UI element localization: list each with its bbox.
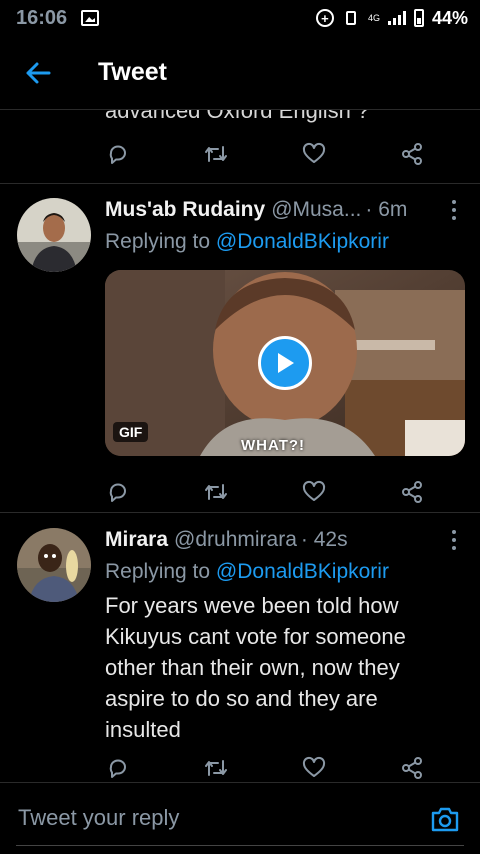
replying-to: Replying to @DonaldBKipkorir [105,230,389,254]
camera-icon [431,807,459,832]
avatar[interactable] [17,198,91,272]
mention-link[interactable]: @DonaldBKipkorir [216,560,389,583]
reply-icon [109,145,126,164]
reply-input[interactable] [18,805,398,831]
data-saver-icon: + [315,9,334,27]
share-button[interactable] [399,755,425,781]
back-button[interactable] [8,43,68,103]
replying-label: Replying to [105,230,211,253]
heart-icon [302,142,326,163]
retweet-button[interactable] [203,141,229,167]
gif-badge: GIF [113,422,149,442]
heart-icon [302,756,326,777]
divider [0,512,480,513]
share-icon [402,143,422,165]
battery-icon [413,9,424,27]
tweet-header: Mirara @druhmirara · 42s [105,528,465,552]
previous-tweet-text: advanced Oxford English ? [105,110,370,123]
display-name[interactable]: Mus'ab Rudainy [105,198,265,222]
heart-icon [302,480,326,501]
vibrate-icon [342,9,360,27]
divider [0,183,480,184]
play-icon [278,353,294,373]
share-icon [402,481,422,503]
gif-media[interactable]: GIF WHAT?! [105,270,465,456]
like-button[interactable] [301,479,327,505]
more-options-icon[interactable] [452,200,458,220]
user-handle[interactable]: @druhmirara [174,528,297,552]
tweet-item[interactable]: Mirara @druhmirara · 42s Replying to @Do… [0,528,480,782]
tweet-item[interactable]: Mus'ab Rudainy @Musa... · 6m Replying to… [0,198,480,518]
tweet-actions [105,750,425,782]
display-name[interactable]: Mirara [105,528,168,552]
retweet-icon [205,484,227,500]
mention-link[interactable]: @DonaldBKipkorir [216,230,389,253]
share-button[interactable] [399,479,425,505]
signal-icon [387,11,406,25]
status-bar: 16:06 + 4G 44% [0,0,480,36]
retweet-icon [205,146,227,162]
input-underline [16,845,464,846]
retweet-icon [205,760,227,776]
status-icons: + 4G 44% [315,7,468,29]
network-type: 4G [367,13,380,23]
user-handle[interactable]: @Musa... [271,198,361,222]
reply-button[interactable] [105,755,131,781]
tweet-time: · 6m [365,198,408,221]
reply-icon [109,759,126,778]
share-button[interactable] [399,141,425,167]
more-options-icon[interactable] [452,530,458,550]
tweet-text: For years weve been told how Kikuyus can… [105,593,406,742]
tweet-time: · 42s [300,528,348,551]
reply-button[interactable] [105,479,131,505]
gif-caption: WHAT?! [241,437,306,454]
top-app-bar: Tweet [0,36,480,110]
tweet-actions [105,474,425,510]
reply-composer [0,782,480,854]
reply-icon [109,483,126,502]
retweet-button[interactable] [203,755,229,781]
previous-tweet-actions [105,136,425,172]
gallery-notification-icon [81,10,100,26]
tweet-header: Mus'ab Rudainy @Musa... · 6m [105,198,465,222]
like-button[interactable] [301,755,327,781]
tweet-thread[interactable]: advanced Oxford English ? Mus'ab Rudainy… [0,110,480,782]
camera-button[interactable] [430,805,460,833]
reply-button[interactable] [105,141,131,167]
share-icon [402,757,422,779]
play-button[interactable] [258,336,312,390]
like-button[interactable] [301,141,327,167]
battery-percent: 44% [431,7,468,28]
back-arrow-icon [26,62,51,83]
status-time: 16:06 [16,6,68,29]
retweet-button[interactable] [203,479,229,505]
page-title: Tweet [98,58,167,86]
replying-to: Replying to @DonaldBKipkorir [105,560,389,584]
replying-label: Replying to [105,560,211,583]
avatar[interactable] [17,528,91,602]
